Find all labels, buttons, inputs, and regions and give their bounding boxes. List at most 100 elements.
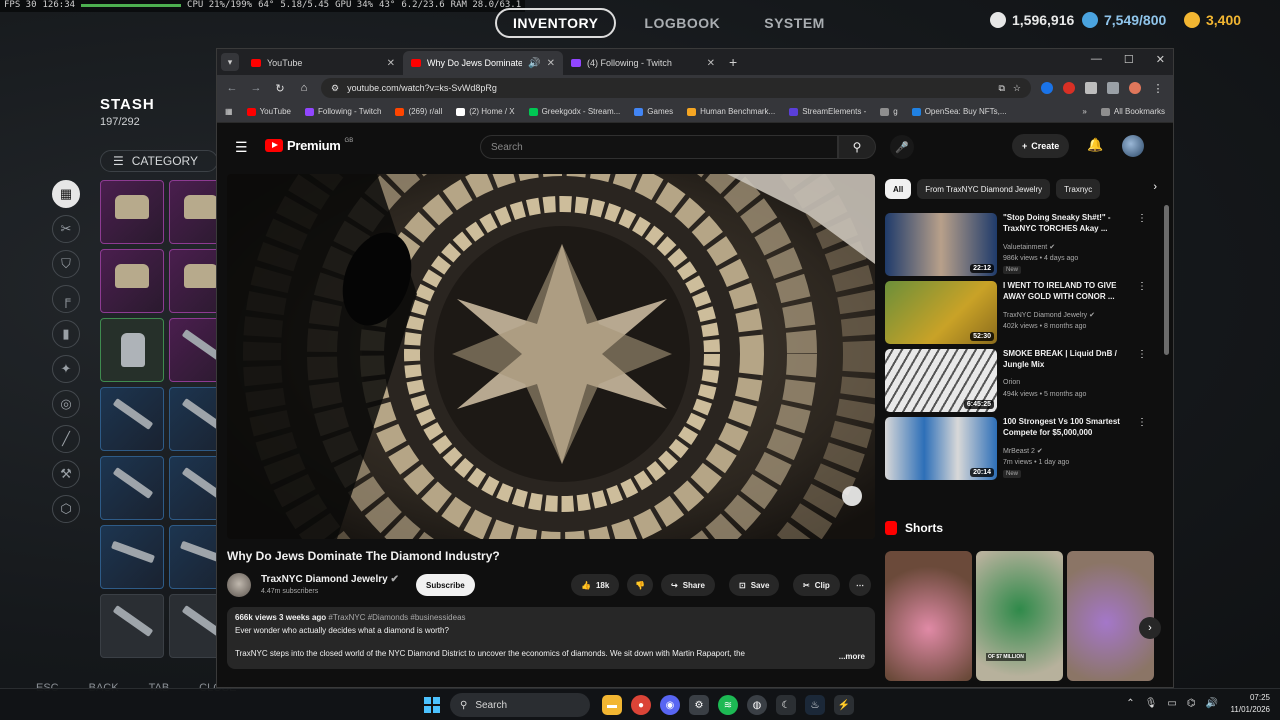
stash-slot[interactable] <box>100 318 164 382</box>
video-thumbnail[interactable]: 6:45:25 <box>885 349 997 412</box>
gear-icon[interactable]: ◎ <box>52 390 80 418</box>
video-title[interactable]: 100 Strongest Vs 100 Smartest Compete fo… <box>1003 417 1133 439</box>
media-icon[interactable] <box>1107 82 1119 94</box>
speaker-icon[interactable]: 🔊 <box>528 58 540 69</box>
save-button[interactable]: ⊡ Save <box>729 574 780 596</box>
bookmark-item[interactable]: StreamElements - <box>789 107 866 116</box>
create-button[interactable]: + Create <box>1012 134 1070 158</box>
apps-grid-icon[interactable]: ▦ <box>225 107 233 116</box>
pistol-icon[interactable]: ╒ <box>52 285 80 313</box>
dislike-button[interactable]: 👎 <box>627 574 653 596</box>
home-icon[interactable]: ⌂ <box>297 82 311 94</box>
channel-avatar[interactable] <box>227 573 251 597</box>
short-thumbnail[interactable] <box>885 551 972 681</box>
stash-slot[interactable] <box>100 387 164 451</box>
reload-icon[interactable]: ↻ <box>273 82 287 95</box>
video-title[interactable]: "Stop Doing Sneaky Sh#t!" - TraxNYC TORC… <box>1003 213 1133 235</box>
more-bookmarks-icon[interactable]: » <box>1082 107 1086 116</box>
taskbar-clock[interactable]: 07:25 11/01/2026 <box>1231 692 1270 716</box>
like-button[interactable]: 👍 18k <box>571 574 620 596</box>
chip-channel[interactable]: From TraxNYC Diamond Jewelry <box>917 179 1051 199</box>
browser-tab-youtube[interactable]: YouTube ✕ <box>243 51 403 75</box>
tab-logbook[interactable]: LOGBOOK <box>628 10 736 36</box>
maximize-icon[interactable]: ☐ <box>1124 53 1134 66</box>
windows-start-icon[interactable] <box>424 697 440 713</box>
show-more-link[interactable]: ...more <box>839 652 865 661</box>
kebab-menu-icon[interactable]: ⋮ <box>1137 213 1147 224</box>
install-icon[interactable]: ⧉ <box>998 83 1004 94</box>
stash-slot[interactable] <box>100 525 164 589</box>
short-thumbnail[interactable] <box>1067 551 1154 681</box>
browser-tab-twitch[interactable]: (4) Following - Twitch ✕ <box>563 51 723 75</box>
short-thumbnail[interactable]: OF $7 MILLION <box>976 551 1063 681</box>
close-tab-icon[interactable]: ✕ <box>547 58 555 69</box>
grid-icon[interactable]: ▦ <box>52 180 80 208</box>
wrench-icon[interactable]: ⚒ <box>52 460 80 488</box>
file-explorer-icon[interactable]: ▬ <box>602 695 622 715</box>
stash-slot[interactable] <box>100 594 164 658</box>
browser-tab-video[interactable]: Why Do Jews Dominate The 🔊 ✕ <box>403 51 563 75</box>
kebab-menu-icon[interactable]: ⋮ <box>1151 82 1165 95</box>
user-avatar[interactable] <box>1122 135 1144 157</box>
new-tab-button[interactable]: + <box>729 54 737 70</box>
clip-button[interactable]: ✂ Clip <box>793 574 840 596</box>
tools-icon[interactable]: ✂ <box>52 215 80 243</box>
address-bar[interactable]: ⚙ youtube.com/watch?v=ks-SvWd8pRg ⧉ ☆ <box>321 78 1031 98</box>
bookmark-item[interactable]: Games <box>634 107 673 116</box>
forward-arrow-icon[interactable]: → <box>249 82 263 94</box>
search-input[interactable]: Search <box>480 135 838 159</box>
chip-related[interactable]: Traxnyc <box>1056 179 1101 199</box>
bookmark-folder[interactable]: g <box>880 107 898 116</box>
bookmark-item[interactable]: Following - Twitch <box>305 107 381 116</box>
box-icon[interactable]: ⬡ <box>52 495 80 523</box>
scrollbar[interactable] <box>1164 205 1169 355</box>
bookmark-item[interactable]: YouTube <box>246 107 291 116</box>
video-title[interactable]: SMOKE BREAK | Liquid DnB / Jungle Mix <box>1003 349 1133 371</box>
more-actions-button[interactable]: ⋯ <box>849 574 871 596</box>
spotify-icon[interactable]: ≋ <box>718 695 738 715</box>
minimize-icon[interactable]: — <box>1091 53 1102 66</box>
back-arrow-icon[interactable]: ← <box>225 82 239 94</box>
recommended-video[interactable]: 20:14 100 Strongest Vs 100 Smartest Comp… <box>885 415 1155 483</box>
bookmark-star-icon[interactable]: ☆ <box>1013 83 1021 94</box>
hashtags[interactable]: #TraxNYC #Diamonds #businessideas <box>328 613 465 622</box>
search-button[interactable]: ⚲ <box>838 135 876 159</box>
recommended-video[interactable]: 6:45:25 SMOKE BREAK | Liquid DnB / Jungl… <box>885 347 1155 415</box>
bookmark-item[interactable]: OpenSea: Buy NFTs,... <box>911 107 1007 116</box>
tab-system[interactable]: SYSTEM <box>748 10 841 36</box>
display-icon[interactable]: ▭ <box>1167 698 1176 709</box>
kebab-menu-icon[interactable]: ⋮ <box>1137 281 1147 292</box>
discord-icon[interactable]: ◉ <box>660 695 680 715</box>
video-thumbnail[interactable]: 52:30 <box>885 281 997 344</box>
video-title[interactable]: I WENT TO IRELAND TO GIVE AWAY GOLD WITH… <box>1003 281 1133 303</box>
obs-icon[interactable]: ◍ <box>747 695 767 715</box>
settings-gear-icon[interactable]: ⚙ <box>689 695 709 715</box>
taskbar-search[interactable]: ⚲ Search <box>450 693 590 717</box>
hamburger-menu-icon[interactable]: ☰ <box>235 139 248 156</box>
microphone-icon[interactable]: 🎙 <box>1145 698 1158 709</box>
tab-search-icon[interactable]: ▾ <box>221 53 239 71</box>
steam-icon[interactable]: ♨ <box>805 695 825 715</box>
mods-icon[interactable]: ✦ <box>52 355 80 383</box>
site-info-icon[interactable]: ⚙ <box>331 83 339 94</box>
puzzle-icon[interactable] <box>1085 82 1097 94</box>
extension-icon[interactable] <box>1063 82 1075 94</box>
video-thumbnail[interactable]: 20:14 <box>885 417 997 480</box>
notifications-bell-icon[interactable]: 🔔 <box>1087 137 1103 153</box>
tab-inventory[interactable]: INVENTORY <box>495 8 617 38</box>
video-player[interactable] <box>227 174 875 539</box>
chip-all[interactable]: All <box>885 179 912 199</box>
all-bookmarks[interactable]: All Bookmarks <box>1100 107 1165 116</box>
ammo-icon[interactable]: ▮ <box>52 320 80 348</box>
youtube-logo[interactable]: Premium GB <box>265 138 353 153</box>
volume-icon[interactable]: 🔊 <box>1206 698 1218 709</box>
close-window-icon[interactable]: ✕ <box>1156 53 1165 66</box>
recommended-video[interactable]: 22:12 "Stop Doing Sneaky Sh#t!" - TraxNY… <box>885 211 1155 279</box>
app-icon[interactable]: ☾ <box>776 695 796 715</box>
bookmark-item[interactable]: (269) r/all <box>395 107 442 116</box>
chevron-right-icon[interactable]: › <box>1153 181 1157 193</box>
profile-avatar[interactable] <box>1129 82 1141 94</box>
game-icon[interactable]: ⚡ <box>834 695 854 715</box>
bookmark-item[interactable]: (2) Home / X <box>456 107 515 116</box>
category-filter[interactable]: ☰ CATEGORY <box>100 150 218 172</box>
